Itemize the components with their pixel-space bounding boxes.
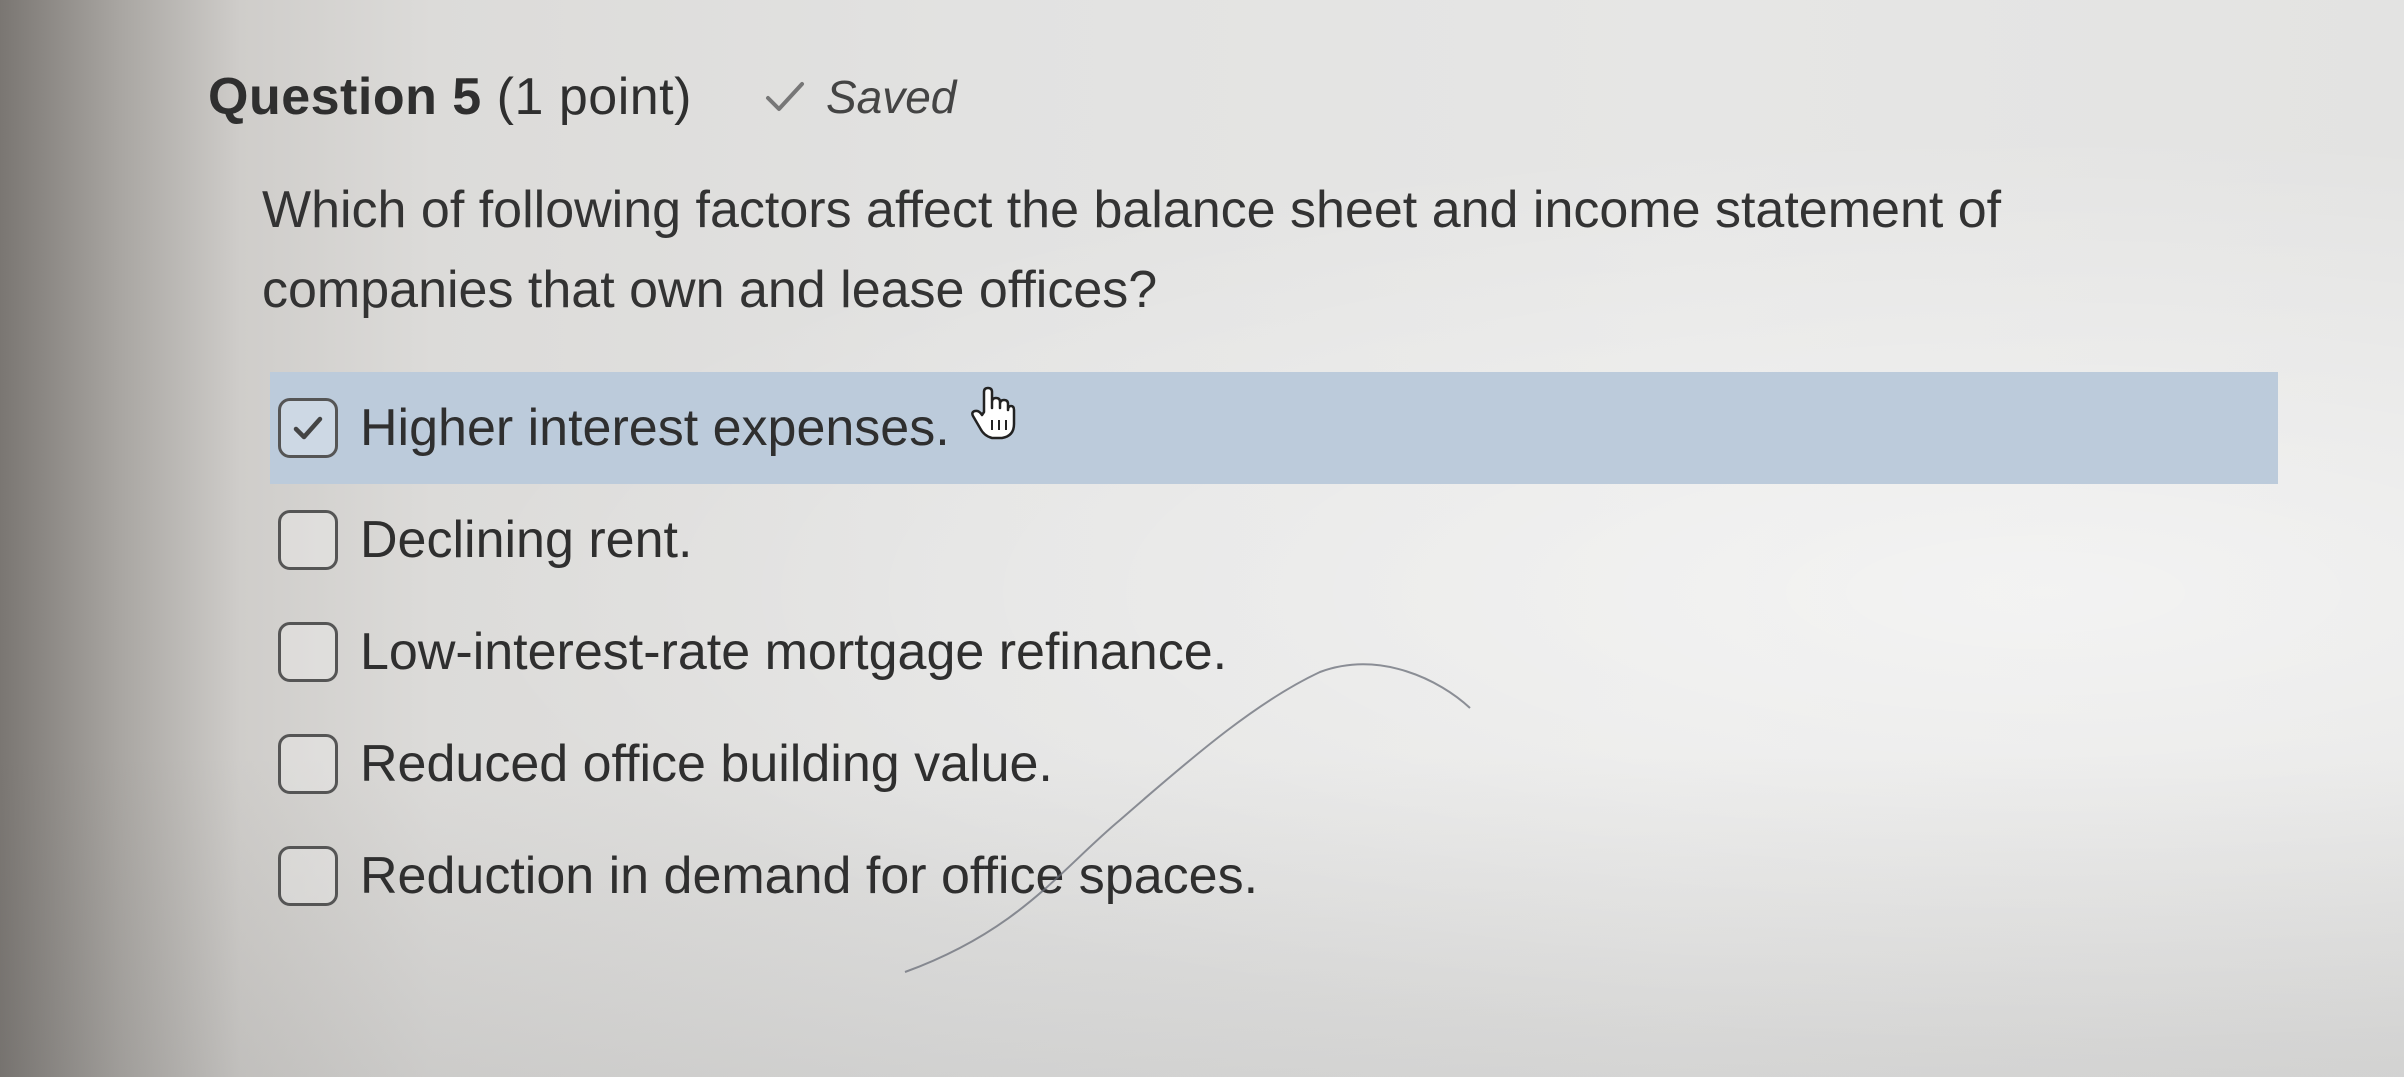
question-points: (1 point) <box>496 68 692 126</box>
option-label: Declining rent. <box>360 511 693 569</box>
answer-options: Higher interest expenses. Declining rent… <box>270 372 2278 932</box>
checkmark-icon <box>293 416 323 440</box>
question-number: Question 5 <box>208 68 482 126</box>
option-label: Low-interest-rate mortgage refinance. <box>360 623 1228 681</box>
question-header: Question 5 (1 point) Saved <box>208 62 956 132</box>
option-label: Higher interest expenses. <box>360 399 950 457</box>
check-icon <box>765 82 804 111</box>
saved-status: Saved <box>762 70 956 124</box>
option-label: Reduction in demand for office spaces. <box>360 847 1259 905</box>
checkbox[interactable] <box>278 734 338 794</box>
option-reduction-in-demand-for-office-spaces[interactable]: Reduction in demand for office spaces. <box>270 820 2278 932</box>
saved-label: Saved <box>825 71 957 123</box>
option-higher-interest-expenses[interactable]: Higher interest expenses. <box>270 372 2278 484</box>
checkbox[interactable] <box>278 510 338 570</box>
question-title: Question 5 (1 point) <box>208 67 692 127</box>
option-low-interest-rate-mortgage-refinance[interactable]: Low-interest-rate mortgage refinance. <box>270 596 2278 708</box>
question-prompt: Which of following factors affect the ba… <box>262 181 2002 319</box>
option-reduced-office-building-value[interactable]: Reduced office building value. <box>270 708 2278 820</box>
checkbox[interactable] <box>278 846 338 906</box>
checkbox[interactable] <box>278 622 338 682</box>
option-declining-rent[interactable]: Declining rent. <box>270 484 2278 596</box>
checkbox-checked[interactable] <box>278 398 338 458</box>
option-label: Reduced office building value. <box>360 735 1053 793</box>
hand-cursor-icon <box>971 386 1016 440</box>
